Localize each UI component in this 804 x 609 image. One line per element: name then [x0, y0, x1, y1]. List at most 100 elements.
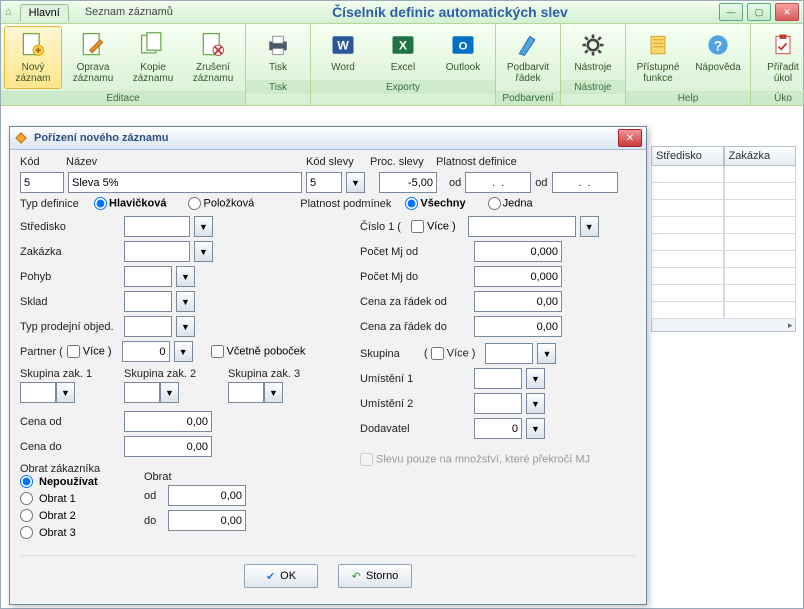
zakazka-input[interactable] — [124, 241, 190, 262]
cenarod-input[interactable] — [474, 291, 562, 312]
lbl-skupina: Skupina — [360, 348, 420, 360]
lbl-stredisko: Středisko — [20, 221, 120, 233]
pocmjdo-input[interactable] — [474, 266, 562, 287]
lbl-kod: Kód — [20, 156, 62, 168]
records-grid[interactable]: Středisko Zakázka ▸ — [651, 146, 796, 332]
nazev-input[interactable] — [68, 172, 302, 193]
cenardo-input[interactable] — [474, 316, 562, 337]
dialog-icon — [14, 131, 28, 145]
tpo-input[interactable] — [124, 316, 172, 337]
lbl-proc: Proc. slevy — [370, 156, 432, 168]
skz1-dd[interactable]: ▼ — [56, 382, 75, 403]
excel-button[interactable]: X Excel — [374, 26, 432, 78]
rad-obrat3[interactable]: Obrat 3 — [20, 526, 140, 539]
rad-obrat2[interactable]: Obrat 2 — [20, 509, 140, 522]
rad-nepouzivat[interactable]: Nepoužívat — [20, 475, 140, 488]
lbl-typdef: Typ definice — [20, 198, 90, 210]
skz3-input[interactable] — [228, 382, 264, 403]
vcetne-cb[interactable]: Včetně poboček — [211, 345, 306, 358]
pohyb-input[interactable] — [124, 266, 172, 287]
new-record-button[interactable]: Nový záznam — [4, 26, 62, 89]
lbl-skz3: Skupina zak. 3 — [228, 368, 300, 380]
partner-dd[interactable]: ▼ — [174, 341, 193, 362]
cenado-input[interactable] — [124, 436, 212, 457]
dialog-close-button[interactable]: ✕ — [618, 129, 642, 147]
skz3-dd[interactable]: ▼ — [264, 382, 283, 403]
sklad-input[interactable] — [124, 291, 172, 312]
lbl-obrat: Obrat — [144, 471, 246, 483]
skupina-vice-cb[interactable] — [431, 347, 444, 360]
help-button[interactable]: ? Nápověda — [689, 26, 747, 89]
kodslevy-input[interactable] — [306, 172, 342, 193]
group-tisk-label: Tisk — [246, 80, 310, 94]
copy-record-button[interactable]: Kopie záznamu — [124, 26, 182, 89]
plat-od1-input[interactable] — [465, 172, 531, 193]
svg-text:O: O — [459, 40, 468, 52]
outlook-button[interactable]: O Outlook — [434, 26, 492, 78]
breadcrumb[interactable]: Seznam záznamů — [77, 4, 181, 20]
tpo-dd[interactable]: ▼ — [176, 316, 195, 337]
maximize-button[interactable]: ▢ — [747, 3, 771, 21]
cenaod-input[interactable] — [124, 411, 212, 432]
skupina-dd[interactable]: ▼ — [537, 343, 556, 364]
kod-input[interactable] — [20, 172, 64, 193]
dodavatel-dd[interactable]: ▼ — [526, 418, 545, 439]
obrdo-input[interactable] — [168, 510, 246, 531]
skz2-input[interactable] — [124, 382, 160, 403]
col-stredisko[interactable]: Středisko — [651, 146, 724, 166]
skz2-dd[interactable]: ▼ — [160, 382, 179, 403]
partner-input[interactable] — [122, 341, 170, 362]
stredisko-dd[interactable]: ▼ — [194, 216, 213, 237]
um1-input[interactable] — [474, 368, 522, 389]
svg-text:X: X — [399, 38, 408, 52]
edit-record-button[interactable]: Oprava záznamu — [64, 26, 122, 89]
lbl-obrdo: do — [144, 515, 164, 527]
cislo1-input[interactable] — [468, 216, 576, 237]
zakazka-dd[interactable]: ▼ — [194, 241, 213, 262]
skupina-input[interactable] — [485, 343, 533, 364]
lbl-skz1: Skupina zak. 1 — [20, 368, 120, 380]
slevu-pouze-cb[interactable]: Slevu pouze na množství, které překročí … — [360, 453, 590, 466]
rad-jedna[interactable]: Jedna — [488, 197, 533, 210]
lbl-cislo1: Číslo 1 ( — [360, 221, 401, 233]
print-button[interactable]: Tisk — [249, 26, 307, 78]
minimize-button[interactable]: — — [719, 3, 743, 21]
um2-input[interactable] — [474, 393, 522, 414]
ok-button[interactable]: ✔OK — [244, 564, 318, 588]
rad-polozkova[interactable]: Položková — [188, 197, 254, 210]
tab-main[interactable]: Hlavní — [20, 4, 69, 21]
tools-button[interactable]: Nástroje — [564, 26, 622, 78]
rad-obrat1[interactable]: Obrat 1 — [20, 492, 140, 505]
proc-input[interactable] — [379, 172, 437, 193]
pohyb-dd[interactable]: ▼ — [176, 266, 195, 287]
obrod-input[interactable] — [168, 485, 246, 506]
sklad-dd[interactable]: ▼ — [176, 291, 195, 312]
lbl-tpo: Typ prodejní objed. — [20, 321, 120, 333]
home-icon[interactable]: ⌂ — [5, 6, 12, 18]
lbl-zakazka: Zakázka — [20, 246, 120, 258]
pocmjod-input[interactable] — [474, 241, 562, 262]
kodslevy-dropdown[interactable]: ▼ — [346, 172, 365, 193]
partner-vice-cb[interactable]: Více ) — [67, 345, 112, 358]
highlight-row-button[interactable]: Podbarvit řádek — [499, 26, 557, 89]
skz1-input[interactable] — [20, 382, 56, 403]
stredisko-input[interactable] — [124, 216, 190, 237]
assign-task-button[interactable]: Přiřadit úkol — [754, 26, 804, 89]
delete-record-button[interactable]: Zrušení záznamu — [184, 26, 242, 89]
close-window-button[interactable]: ✕ — [775, 3, 799, 21]
cancel-button[interactable]: ↶Storno — [338, 564, 412, 588]
col-zakazka[interactable]: Zakázka — [724, 146, 797, 166]
group-edit-label: Editace — [1, 91, 245, 105]
cislo1-dd[interactable]: ▼ — [580, 216, 599, 237]
functions-button[interactable]: Přístupné funkce — [629, 26, 687, 89]
um1-dd[interactable]: ▼ — [526, 368, 545, 389]
dodavatel-input[interactable] — [474, 418, 522, 439]
plat-od2-input[interactable] — [552, 172, 618, 193]
um2-dd[interactable]: ▼ — [526, 393, 545, 414]
lbl-skz2: Skupina zak. 2 — [124, 368, 224, 380]
rad-vsechny[interactable]: Všechny — [405, 197, 465, 210]
word-button[interactable]: W Word — [314, 26, 372, 78]
rad-hlavickova[interactable]: Hlavičková — [94, 197, 166, 210]
cislo1-vice-cb[interactable]: Více ) — [411, 220, 456, 233]
grid-scrollbar[interactable]: ▸ — [651, 319, 796, 332]
